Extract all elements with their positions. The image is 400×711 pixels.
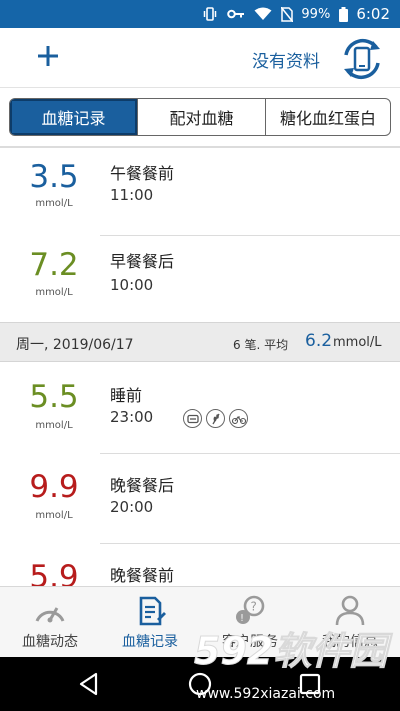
list-item[interactable]: 5.5 mmol/L 睡前 23:00 [0, 364, 400, 454]
record-tabs: 血糖记录 配对血糖 糖化血红蛋白 [9, 98, 391, 136]
phone-sync-icon [344, 38, 380, 80]
glucose-value: 3.5 [29, 159, 79, 195]
nav-glucose-trend[interactable]: 血糖动态 [0, 587, 100, 657]
watermark-logo: 592软件园 [194, 629, 394, 673]
record-time: 11:00 [110, 186, 154, 204]
battery-percent: 99% [301, 6, 331, 22]
list-item[interactable]: 9.9 mmol/L 晚餐餐后 20:00 [0, 454, 400, 544]
vibrate-icon [202, 7, 218, 21]
nav-label: 血糖记录 [122, 634, 178, 650]
no-data-label: 没有资料 [252, 52, 320, 72]
add-button[interactable] [30, 38, 66, 74]
day-summary-header: 周一, 2019/06/17 6 笔. 平均 6.2 mmol/L [0, 322, 400, 362]
meal-label: 睡前 [110, 386, 143, 405]
grain-icon [206, 409, 225, 428]
customer-service-icon: ? ! [236, 595, 265, 624]
watermark-logo-text: 592软件园 [194, 629, 393, 672]
svg-text:!: ! [240, 613, 244, 624]
svg-text:?: ? [251, 600, 257, 614]
glucose-value: 5.5 [29, 379, 79, 415]
no-sim-icon [281, 6, 294, 22]
person-icon [335, 595, 365, 626]
record-time: 10:00 [110, 276, 154, 294]
glucose-record-list[interactable]: 3.5 mmol/L 午餐餐前 11:00 7.2 mmol/L 早餐餐后 10… [0, 146, 400, 586]
plus-icon [38, 46, 58, 66]
nav-label: 血糖动态 [22, 634, 78, 650]
record-tags [183, 409, 248, 428]
record-time: 23:00 [110, 408, 154, 426]
glucose-value: 5.9 [29, 559, 79, 586]
glucose-value: 9.9 [29, 469, 79, 505]
meal-label: 午餐餐前 [110, 164, 175, 183]
medication-icon [183, 409, 202, 428]
glucose-unit: mmol/L [35, 420, 73, 431]
list-item[interactable]: 3.5 mmol/L 午餐餐前 11:00 [0, 146, 400, 236]
sync-button[interactable] [340, 37, 384, 81]
meal-label: 早餐餐后 [110, 252, 175, 271]
list-item[interactable]: 7.2 mmol/L 早餐餐后 10:00 [0, 232, 400, 322]
bicycle-icon [229, 409, 248, 428]
app-header: 没有资料 [0, 28, 400, 88]
day-date: 周一, 2019/06/17 [16, 337, 134, 353]
watermark-url: www.592xiazai.com [196, 686, 336, 702]
nav-glucose-records[interactable]: 血糖记录 [100, 587, 200, 657]
glucose-value: 7.2 [29, 247, 79, 283]
tab-hba1c[interactable]: 糖化血红蛋白 [265, 99, 390, 135]
average-unit: mmol/L [333, 335, 382, 350]
clock: 6:02 [356, 5, 390, 23]
list-item[interactable]: 5.9 晚餐餐前 [0, 544, 400, 586]
wifi-icon [254, 7, 272, 21]
record-time: 20:00 [110, 498, 154, 516]
record-count: 6 笔. 平均 [233, 338, 289, 352]
glucose-unit: mmol/L [35, 287, 73, 298]
key-icon [227, 9, 245, 19]
document-edit-icon [139, 596, 166, 626]
average-value: 6.2 [305, 331, 333, 351]
battery-icon [339, 6, 349, 22]
app-screen: 99% 6:02 没有资料 血糖记录 配对血糖 糖化血红蛋白 3.5 mmol/… [0, 0, 400, 711]
gauge-icon [35, 607, 65, 623]
back-icon[interactable] [76, 670, 104, 698]
glucose-unit: mmol/L [35, 510, 73, 521]
tab-paired-glucose[interactable]: 配对血糖 [137, 99, 265, 135]
meal-label: 晚餐餐后 [110, 476, 175, 495]
status-bar: 99% 6:02 [0, 0, 400, 28]
glucose-unit: mmol/L [35, 198, 73, 209]
tab-glucose-records[interactable]: 血糖记录 [10, 99, 137, 135]
meal-label: 晚餐餐前 [110, 566, 175, 585]
